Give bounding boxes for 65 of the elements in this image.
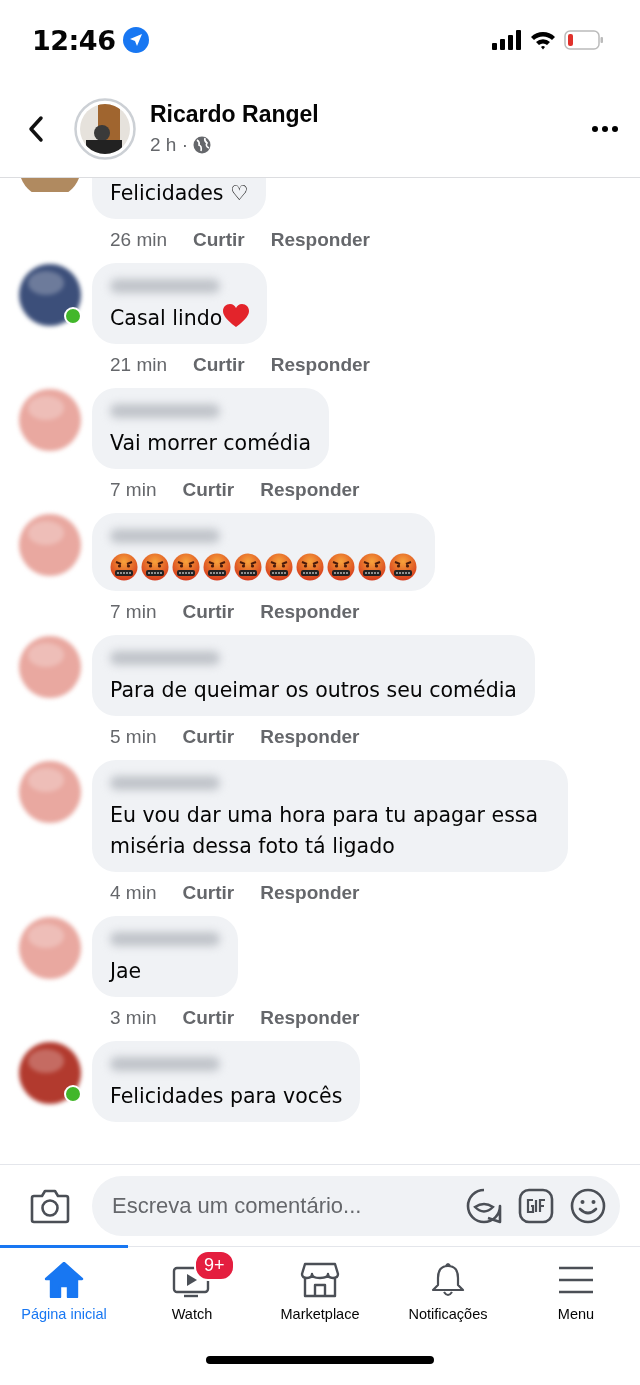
notification-badge: 9+ [194,1250,235,1281]
store-icon [300,1262,340,1298]
profile-avatar-icon [74,97,136,160]
comment-bar[interactable]: Escreva um comentário... [92,1175,620,1236]
battery-icon [564,30,604,50]
comment-time: 7 min [110,601,157,623]
comment-text: Felicidades para vocês [110,1083,343,1110]
heart-icon [223,304,250,328]
like-link[interactable]: Curtir [193,354,245,376]
post-author-name[interactable]: Ricardo Rangel [150,101,319,128]
nav-tab[interactable]: Menu [512,1245,640,1335]
nav-tab[interactable]: Página inicial [0,1245,128,1335]
camera-icon[interactable] [30,1187,70,1224]
like-link[interactable]: Curtir [182,1007,235,1029]
like-link[interactable]: Curtir [182,601,235,623]
comment-time: 21 min [110,354,168,376]
post-time: 2 h · [150,134,189,156]
reply-link[interactable]: Responder [260,479,360,501]
angry-face-icon [296,553,324,581]
angry-face-icon [172,553,200,581]
like-link[interactable]: Curtir [193,229,245,251]
comment-time: 26 min [110,229,168,251]
commenter-avatar-icon[interactable] [18,1041,82,1105]
signal-icon [492,30,522,50]
wifi-icon [530,30,556,50]
nav-tab[interactable]: Notificações [384,1245,512,1335]
nav-tab[interactable]: Marketplace [256,1245,384,1335]
status-time: 12:46 [32,24,116,56]
angry-face-icon [141,553,169,581]
nav-tab[interactable]: 9+ Watch [128,1245,256,1335]
comment-time: 7 min [110,479,157,501]
back-icon[interactable] [26,114,46,143]
like-link[interactable]: Curtir [182,726,235,748]
comment-time: 4 min [110,882,157,904]
comment-time: 3 min [110,1007,157,1029]
more-options-icon[interactable] [592,125,618,132]
comment-text: Casal lindo [110,303,250,334]
sticker-icon[interactable] [466,1187,502,1224]
home-icon [44,1262,84,1298]
comment-text: Vai morrer comédia [110,430,311,457]
reply-link[interactable]: Responder [270,354,370,376]
angry-face-icon [265,553,293,581]
gif-icon[interactable] [518,1187,554,1224]
reply-link[interactable]: Responder [260,726,360,748]
angry-face-icon [358,553,386,581]
emoji-icon[interactable] [570,1187,606,1224]
angry-face-icon [110,553,138,581]
reply-link[interactable]: Responder [270,229,370,251]
reply-link[interactable]: Responder [260,601,360,623]
commenter-avatar-icon[interactable] [18,263,82,327]
comment-text: Felicidades ♡ [110,180,249,207]
comment-time: 5 min [110,726,157,748]
reply-link[interactable]: Responder [260,1007,360,1029]
angry-face-icon [234,553,262,581]
like-link[interactable]: Curtir [182,479,235,501]
globe-icon [193,136,212,154]
reply-link[interactable]: Responder [260,882,360,904]
comment-text: Jae [110,958,143,985]
like-link[interactable]: Curtir [182,882,235,904]
comment-text: Eu vou dar uma hora para tu apagar essa miséria dessa foto tá ligado [110,802,540,860]
comment-text: Para de queimar os outros seu comédia [110,677,517,704]
angry-face-icon [327,553,355,581]
comment-input[interactable]: Escreva um comentário... [110,1191,450,1220]
angry-face-icon [389,553,417,581]
angry-face-icon [203,553,231,581]
